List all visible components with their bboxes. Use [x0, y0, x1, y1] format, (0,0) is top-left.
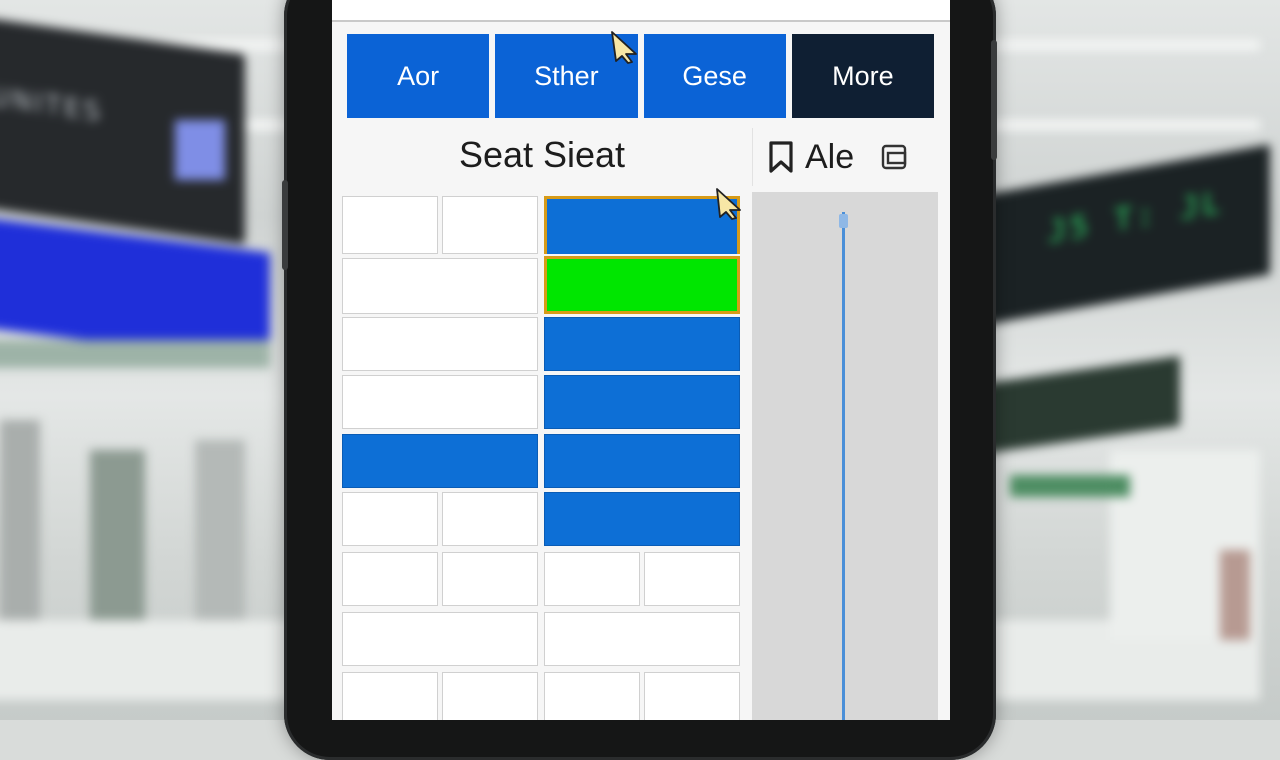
- seat-map-title: Seat Sieat: [458, 134, 626, 175]
- phone-volume-button: [282, 180, 288, 270]
- seat-cell[interactable]: [342, 375, 538, 429]
- side-panel-label: Ale: [805, 137, 855, 176]
- tab-bar: Aor Sther Gese More: [347, 34, 934, 118]
- seat-grid: [342, 196, 742, 720]
- phone-screen: Aor Sther Gese More Seat Sieat Ale: [332, 0, 950, 720]
- door: [1220, 550, 1250, 640]
- seat-cell-selected[interactable]: [544, 317, 740, 371]
- tab-gese[interactable]: Gese: [643, 34, 786, 118]
- side-panel: [752, 192, 938, 720]
- seat-cell[interactable]: [442, 672, 538, 720]
- departure-board-logo: [175, 120, 225, 180]
- green-sign: [1010, 475, 1130, 497]
- seat-cell[interactable]: [544, 672, 640, 720]
- seat-cell[interactable]: [544, 552, 640, 606]
- seat-cell[interactable]: [342, 317, 538, 371]
- seat-cell[interactable]: [442, 196, 538, 254]
- tab-aor[interactable]: Aor: [347, 34, 490, 118]
- seat-cell[interactable]: [342, 196, 438, 254]
- seat-cell[interactable]: [342, 612, 538, 666]
- status-bar: [332, 0, 950, 22]
- seat-cell[interactable]: [644, 552, 740, 606]
- seat-cell[interactable]: [544, 612, 740, 666]
- seat-cell-selected[interactable]: [544, 196, 740, 254]
- seat-cell-selected[interactable]: [544, 434, 740, 488]
- tab-more[interactable]: More: [791, 34, 934, 118]
- seat-cell[interactable]: [442, 492, 538, 546]
- seat-cell[interactable]: [342, 492, 438, 546]
- scroll-track[interactable]: [842, 212, 845, 720]
- sign-strip: [0, 340, 270, 368]
- seat-cell-highlighted[interactable]: [544, 256, 740, 314]
- seat-cell-selected[interactable]: [342, 434, 538, 488]
- seat-cell-selected[interactable]: [544, 375, 740, 429]
- copy-icon[interactable]: [880, 143, 908, 171]
- scroll-thumb[interactable]: [839, 214, 848, 228]
- bookmark-icon[interactable]: [767, 140, 795, 174]
- seat-cell-selected[interactable]: [544, 492, 740, 546]
- phone-power-button: [991, 40, 997, 160]
- seat-cell[interactable]: [442, 552, 538, 606]
- seat-cell[interactable]: [342, 672, 438, 720]
- seat-cell[interactable]: [342, 552, 438, 606]
- seat-cell[interactable]: [644, 672, 740, 720]
- side-panel-header: Ale: [752, 128, 940, 186]
- overhead-sign: [980, 355, 1180, 455]
- seat-cell[interactable]: [342, 258, 538, 314]
- tab-sther[interactable]: Sther: [495, 34, 638, 118]
